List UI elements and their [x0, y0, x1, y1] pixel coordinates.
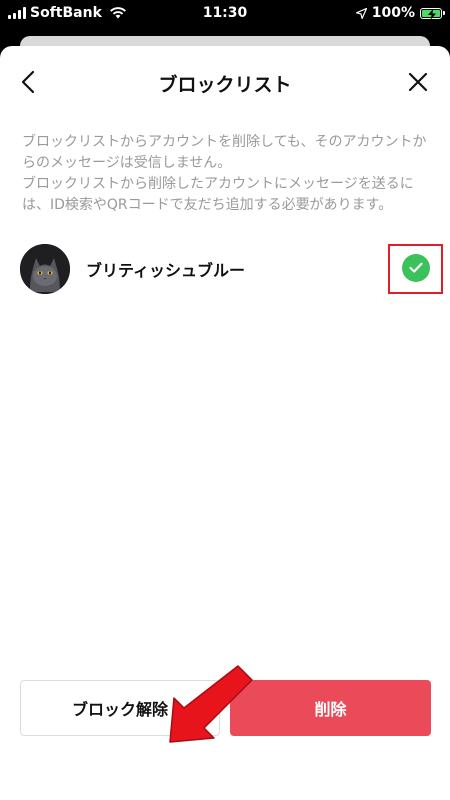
select-checkbox[interactable] — [402, 254, 430, 282]
status-right: 100% — [355, 5, 445, 21]
battery-percent: 100% — [371, 5, 415, 21]
description: ブロックリストからアカウントを削除しても、そのアカウントからのメッセージは受信し… — [22, 132, 432, 216]
page-title: ブロックリスト — [158, 74, 292, 96]
header: ブロックリスト — [0, 46, 450, 118]
close-button[interactable] — [404, 68, 432, 96]
arrow-pointer-icon — [169, 665, 253, 743]
delete-button[interactable]: 削除 — [230, 680, 431, 736]
check-icon — [409, 262, 423, 273]
list-item[interactable]: ブリティッシュブルー — [0, 240, 450, 300]
cat-avatar-icon — [20, 244, 70, 294]
close-icon — [408, 72, 428, 92]
description-line-1: ブロックリストからアカウントを削除しても、そのアカウントからのメッセージは受信し… — [22, 134, 427, 171]
location-icon — [355, 7, 367, 19]
status-bar: SoftBank 11:30 100% — [0, 0, 450, 28]
battery-icon — [420, 7, 445, 20]
description-line-2: ブロックリストから削除したアカウントにメッセージを送るには、ID検索やQRコード… — [22, 176, 414, 213]
avatar — [20, 244, 70, 294]
blocked-user-name: ブリティッシュブルー — [86, 261, 246, 280]
